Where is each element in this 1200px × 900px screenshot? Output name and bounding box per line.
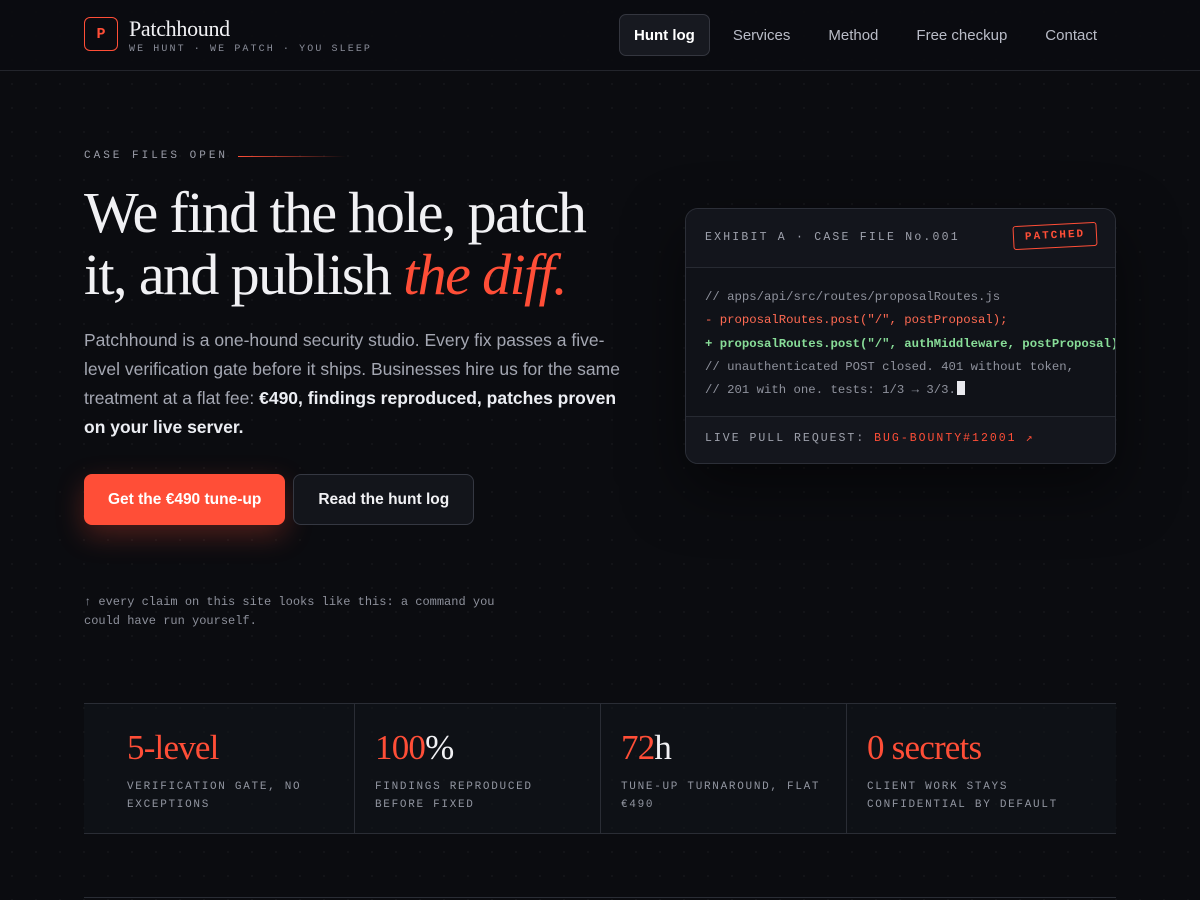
site-header: P Patchhound WE HUNT · WE PATCH · YOU SL…: [0, 0, 1200, 71]
nav-free-checkup[interactable]: Free checkup: [897, 14, 1026, 56]
stat-value: 72h: [621, 728, 846, 768]
brand-name[interactable]: Patchhound: [129, 17, 372, 41]
exhibit-card: EXHIBIT A · CASE FILE No.001 PATCHED // …: [685, 208, 1116, 464]
hero-footnote: ↑ every claim on this site looks like th…: [84, 595, 495, 628]
stat-value-accent: 72: [621, 728, 655, 767]
hero-cta-row: Get the €490 tune-up Read the hunt log: [84, 474, 475, 525]
stat-value: 100%: [375, 728, 600, 768]
code-line-comment: // 201 with one. tests: 1/3 → 3/3.: [705, 383, 956, 398]
nav-contact[interactable]: Contact: [1026, 14, 1116, 56]
stat-label: TUNE-UP TURNAROUND, FLAT €490: [621, 781, 821, 811]
stat-value-unit: %: [425, 728, 454, 767]
patched-stamp: PATCHED: [1012, 221, 1098, 251]
hero-description: Patchhound is a one-hound security studi…: [84, 326, 624, 442]
nav-method[interactable]: Method: [809, 14, 897, 56]
hunt-log-button[interactable]: Read the hunt log: [293, 474, 475, 525]
hero-title-line2: it, and publish: [84, 242, 404, 307]
nav-hunt-log[interactable]: Hunt log: [619, 14, 710, 56]
section-divider: [84, 897, 1116, 898]
stat-value-accent: 100: [375, 728, 426, 767]
stat-label: VERIFICATION GATE, NO EXCEPTIONS: [127, 781, 302, 811]
stats-strip: 5-level VERIFICATION GATE, NO EXCEPTIONS…: [84, 703, 1116, 834]
code-line-last: // 201 with one. tests: 1/3 → 3/3.: [705, 379, 1115, 402]
brand-text: Patchhound WE HUNT · WE PATCH · YOU SLEE…: [129, 17, 373, 56]
brand-tagline: WE HUNT · WE PATCH · YOU SLEEP: [129, 44, 373, 55]
stat-value-accent: 5-level: [127, 728, 219, 767]
logo-mark[interactable]: P: [84, 17, 118, 51]
stat-turnaround: 72h TUNE-UP TURNAROUND, FLAT €490: [600, 704, 846, 833]
code-line-added: + proposalRoutes.post("/", authMiddlewar…: [705, 336, 1116, 351]
stat-value: 5-level: [127, 728, 354, 768]
hero-title-line1: We find the hole, patch: [84, 180, 587, 245]
eyebrow-divider: [238, 155, 347, 157]
cursor-block: [956, 381, 965, 396]
brand[interactable]: P Patchhound WE HUNT · WE PATCH · YOU SL…: [84, 17, 372, 55]
eyebrow-text: CASE FILES OPEN: [84, 150, 229, 162]
code-line-comment: // unauthenticated POST closed. 401 with…: [705, 359, 1074, 374]
pull-request-label: LIVE PULL REQUEST:: [705, 432, 875, 445]
tune-up-button[interactable]: Get the €490 tune-up: [84, 474, 286, 525]
exhibit-footer: LIVE PULL REQUEST: BUG-BOUNTY#12001 ↗: [686, 416, 1115, 463]
stat-value-unit: h: [654, 728, 672, 767]
code-line-removed: - proposalRoutes.post("/", postProposal)…: [705, 313, 1008, 328]
stat-reproduced: 100% FINDINGS REPRODUCED BEFORE FIXED: [354, 704, 600, 833]
stat-label: CLIENT WORK STAYS CONFIDENTIAL BY DEFAUL…: [867, 781, 1058, 811]
stat-verification: 5-level VERIFICATION GATE, NO EXCEPTIONS: [84, 704, 354, 833]
code-diff: // apps/api/src/routes/proposalRoutes.js…: [686, 268, 1115, 402]
main-nav: Hunt log Services Method Free checkup Co…: [619, 14, 1116, 56]
pull-request-link[interactable]: BUG-BOUNTY#12001 ↗: [874, 432, 1034, 445]
hero-title: We find the hole, patch it, and publish t…: [84, 182, 644, 306]
stat-confidential: 0 secrets CLIENT WORK STAYS CONFIDENTIAL…: [846, 704, 1116, 833]
nav-services[interactable]: Services: [714, 14, 810, 56]
stat-value: 0 secrets: [867, 728, 1116, 768]
hero-title-accent: the diff.: [403, 242, 567, 307]
stat-value-accent: 0 secrets: [867, 728, 982, 767]
exhibit-header: EXHIBIT A · CASE FILE No.001 PATCHED: [686, 209, 1115, 268]
stat-label: FINDINGS REPRODUCED BEFORE FIXED: [375, 781, 533, 811]
code-line-path: // apps/api/src/routes/proposalRoutes.js: [705, 290, 1001, 304]
exhibit-title: EXHIBIT A · CASE FILE No.001: [705, 231, 960, 244]
hero-eyebrow: CASE FILES OPEN: [84, 150, 347, 162]
